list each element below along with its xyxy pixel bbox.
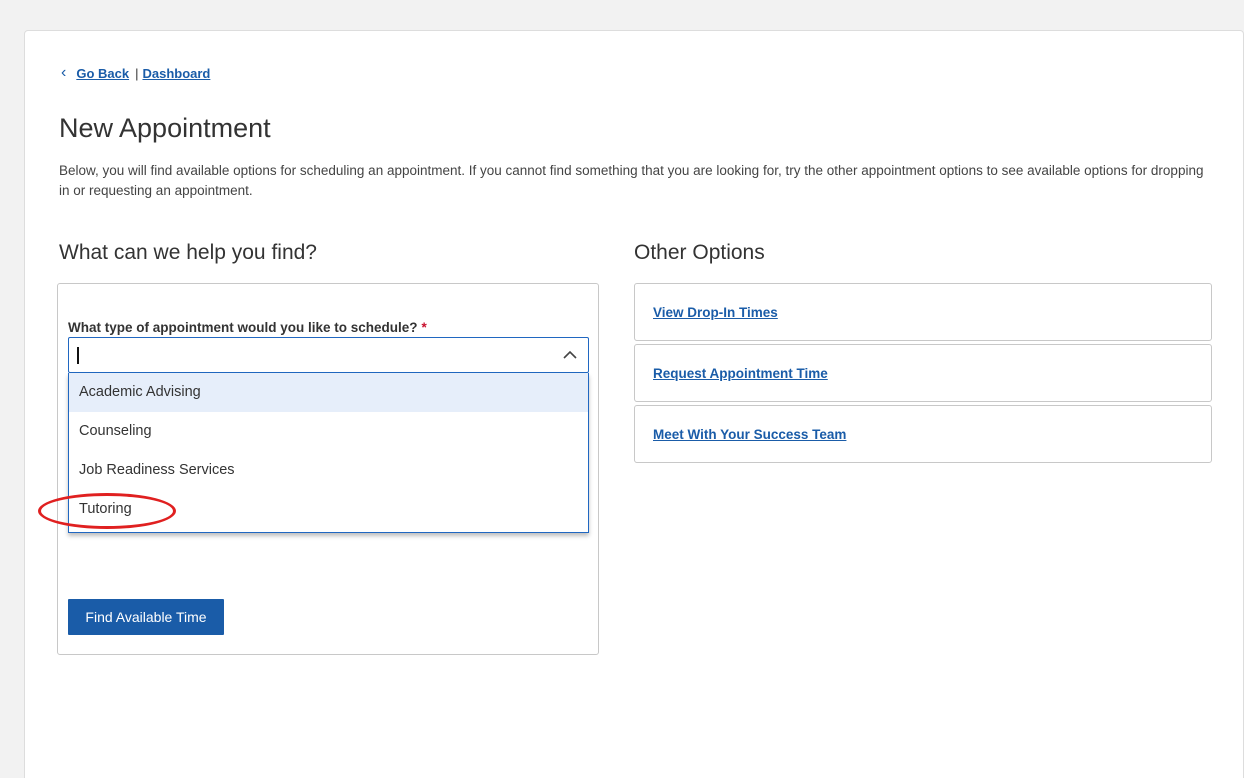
request-appointment-time-card: Request Appointment Time — [634, 344, 1212, 402]
appointment-type-question: What type of appointment would you like … — [68, 320, 418, 335]
appointment-card: ‹ Go Back | Dashboard New Appointment Be… — [24, 30, 1244, 778]
appointment-type-combobox[interactable] — [68, 337, 589, 373]
request-appointment-time-link[interactable]: Request Appointment Time — [653, 366, 828, 381]
other-options-heading: Other Options — [634, 241, 765, 264]
option-tutoring[interactable]: Tutoring — [69, 490, 588, 529]
meet-success-team-link[interactable]: Meet With Your Success Team — [653, 427, 846, 442]
breadcrumb: ‹ Go Back | Dashboard — [61, 65, 210, 81]
view-drop-in-times-link[interactable]: View Drop-In Times — [653, 305, 778, 320]
appointment-type-label: What type of appointment would you like … — [68, 320, 427, 335]
option-job-readiness-services[interactable]: Job Readiness Services — [69, 451, 588, 490]
find-available-time-button[interactable]: Find Available Time — [68, 599, 224, 635]
breadcrumb-separator: | — [135, 65, 139, 81]
page-intro: Below, you will find available options f… — [59, 163, 1204, 198]
page-title: New Appointment — [59, 113, 271, 143]
meet-success-team-card: Meet With Your Success Team — [634, 405, 1212, 463]
dashboard-link[interactable]: Dashboard — [142, 66, 210, 81]
go-back-link[interactable]: Go Back — [76, 66, 129, 81]
option-counseling[interactable]: Counseling — [69, 412, 588, 451]
chevron-left-icon[interactable]: ‹ — [61, 65, 66, 81]
appointment-finder-panel: What type of appointment would you like … — [57, 283, 599, 655]
appointment-type-input[interactable] — [75, 342, 535, 368]
option-academic-advising[interactable]: Academic Advising — [69, 373, 588, 412]
view-drop-in-times-card: View Drop-In Times — [634, 283, 1212, 341]
required-marker: * — [421, 320, 427, 335]
chevron-up-icon[interactable] — [562, 347, 578, 363]
finder-heading: What can we help you find? — [59, 241, 317, 264]
appointment-type-listbox: Academic Advising Counseling Job Readine… — [68, 373, 589, 533]
